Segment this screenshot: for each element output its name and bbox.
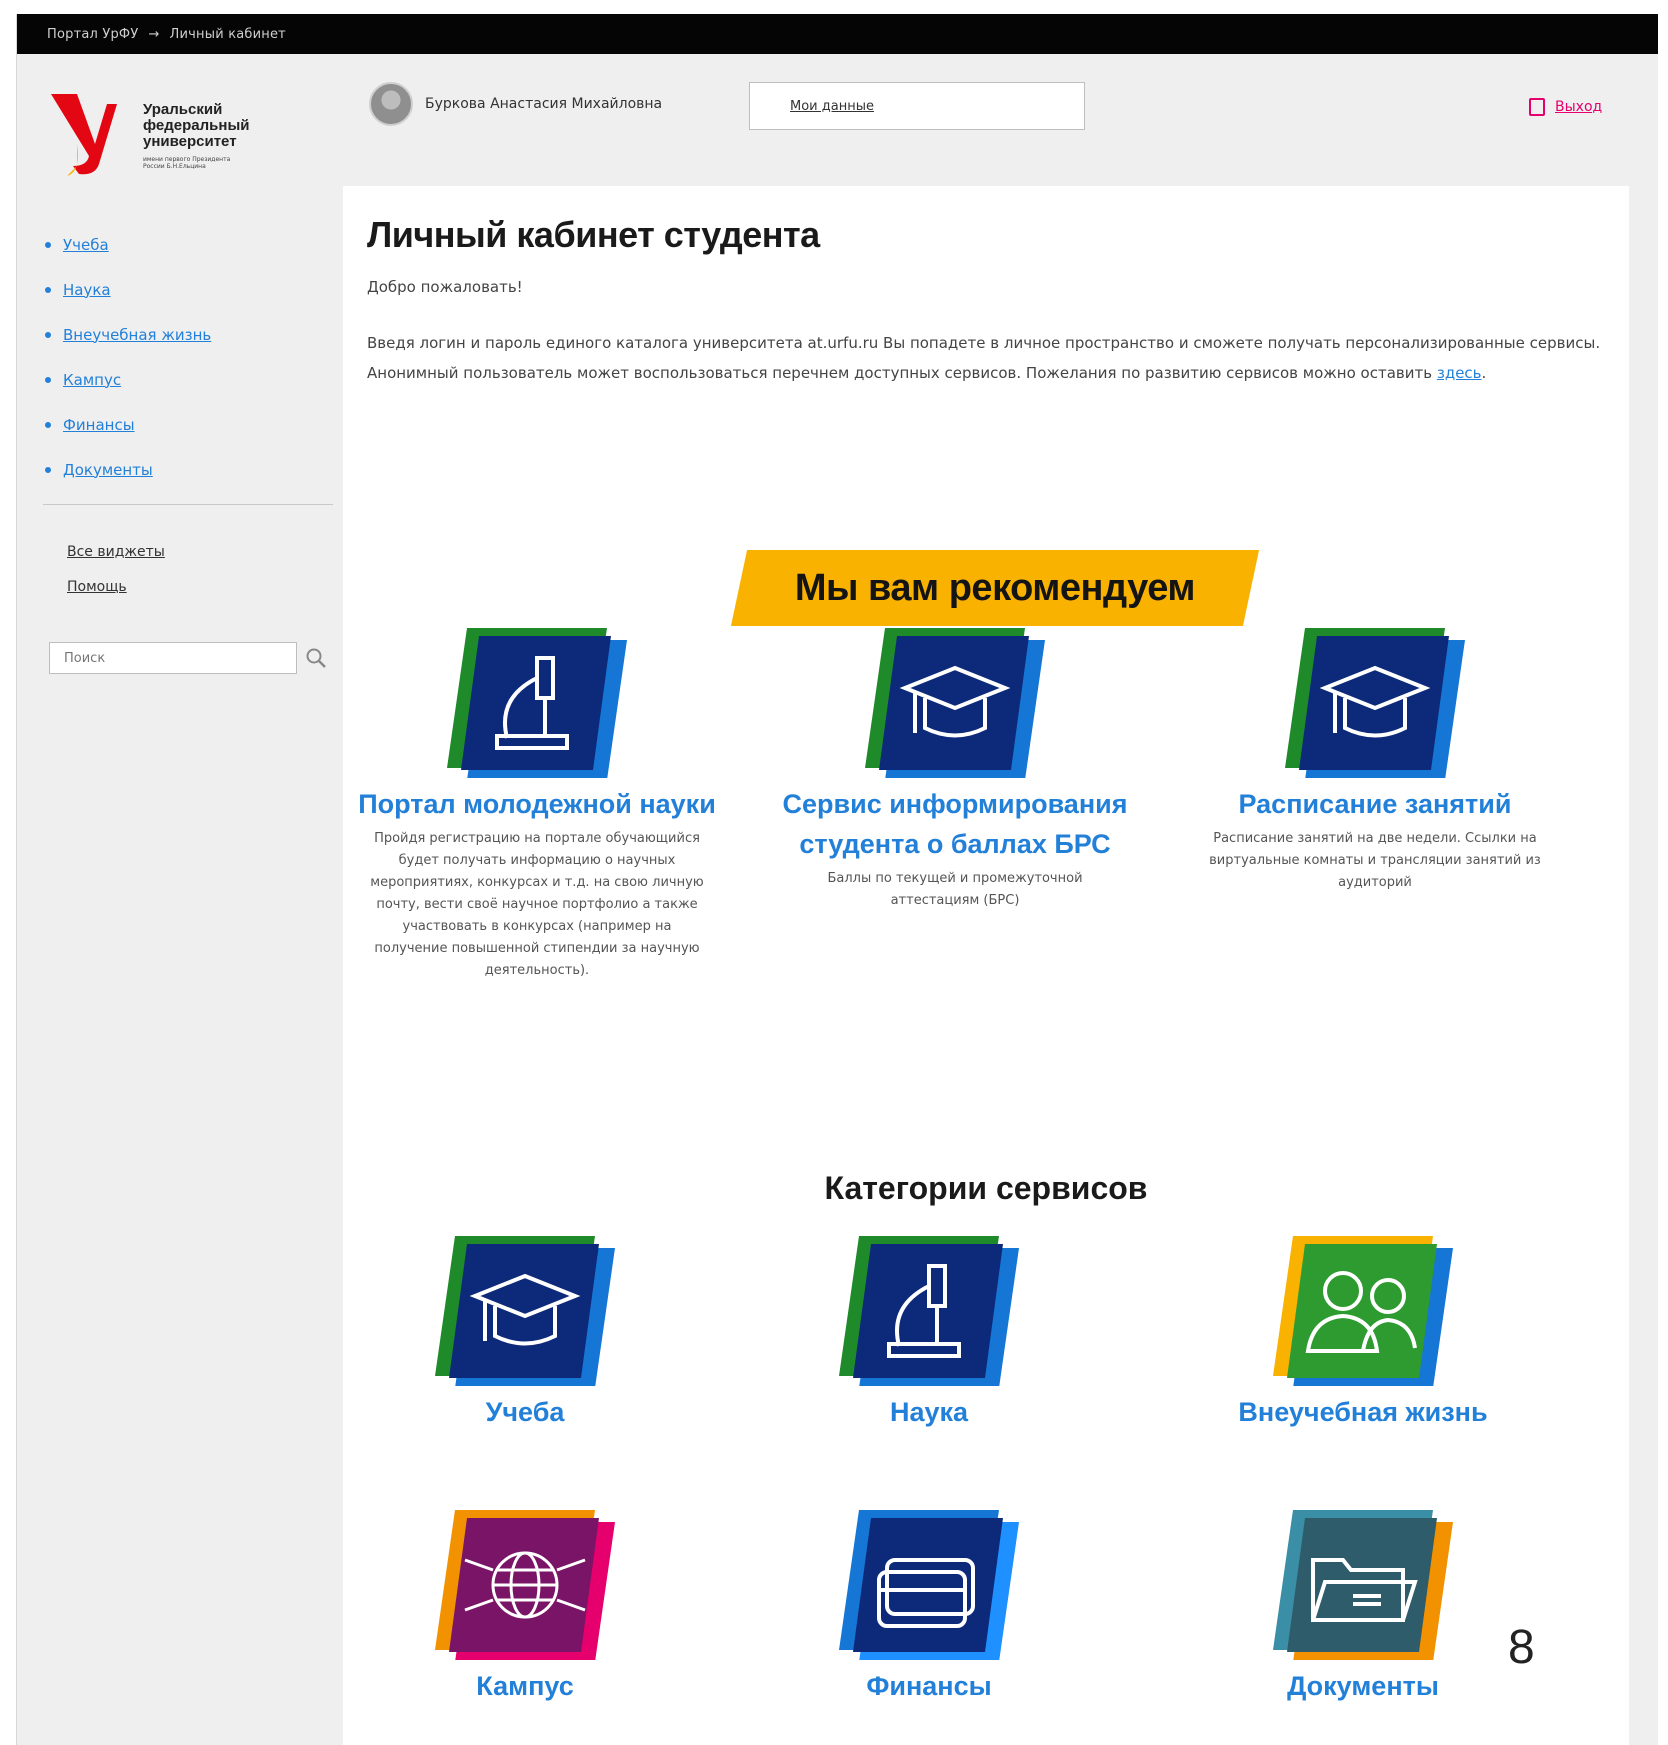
bullet-icon <box>45 466 51 473</box>
user-profile: Буркова Анастасия Михайловна <box>369 82 662 126</box>
graduation-cap-icon <box>865 628 1045 778</box>
page-title: Личный кабинет студента <box>367 214 820 255</box>
avatar[interactable] <box>369 82 413 126</box>
user-name: Буркова Анастасия Михайловна <box>425 96 663 112</box>
bullet-icon <box>45 376 51 383</box>
folder-icon <box>1273 1510 1453 1660</box>
sidebar-aux-links: Все виджеты Помощь <box>67 544 165 614</box>
bullet-icon <box>45 286 51 293</box>
graduation-cap-icon <box>1285 628 1465 778</box>
category-tile-science[interactable]: Наука <box>749 1226 1109 1432</box>
sidebar-item-finance[interactable]: Финансы <box>45 402 325 447</box>
breadcrumb-arrow: → <box>148 26 160 42</box>
recommended-tile-brs-service[interactable]: Сервис информирования студента о баллах … <box>775 618 1135 912</box>
people-icon <box>1273 1236 1453 1386</box>
sidebar-divider <box>43 504 333 505</box>
categories-title: Категории сервисов <box>824 1170 1148 1206</box>
welcome-text: Добро пожаловать! <box>367 278 523 296</box>
bullet-icon <box>45 241 51 248</box>
category-tile-finance[interactable]: Финансы <box>749 1500 1109 1706</box>
search-row <box>49 642 327 674</box>
globe-network-icon <box>435 1510 615 1660</box>
feedback-link[interactable]: здесь <box>1437 364 1482 382</box>
bullet-icon <box>45 331 51 338</box>
logo-title: Уральский федеральный университет <box>143 101 250 150</box>
search-icon[interactable] <box>305 647 327 669</box>
sidebar-item-documents[interactable]: Документы <box>45 447 325 492</box>
slide-number: 8 <box>1508 1621 1535 1674</box>
wallet-icon <box>839 1510 1019 1660</box>
breadcrumb-home[interactable]: Портал УрФУ <box>47 27 138 42</box>
category-tile-documents[interactable]: Документы <box>1183 1500 1543 1706</box>
breadcrumb-current: Личный кабинет <box>169 26 286 42</box>
microscope-icon <box>839 1236 1019 1386</box>
main-content: Личный кабинет студента Добро пожаловать… <box>343 186 1629 1745</box>
microscope-icon <box>447 628 627 778</box>
recommended-tile-schedule[interactable]: Расписание занятий Расписание занятий на… <box>1195 618 1555 894</box>
university-logo[interactable]: Уральский федеральный университет имени … <box>47 84 250 179</box>
my-data-button[interactable]: Мои данные <box>749 82 1085 130</box>
logout-link[interactable]: Выход <box>1529 98 1602 116</box>
logout-icon <box>1529 98 1545 116</box>
sidebar-item-extracurricular[interactable]: Внеучебная жизнь <box>45 312 325 357</box>
search-input[interactable] <box>49 642 297 674</box>
category-tile-study[interactable]: Учеба <box>345 1226 705 1432</box>
category-tile-campus[interactable]: Кампус <box>345 1500 705 1706</box>
graduation-cap-icon <box>435 1236 615 1386</box>
help-link[interactable]: Помощь <box>67 579 165 614</box>
bullet-icon <box>45 421 51 428</box>
sidebar-item-campus[interactable]: Кампус <box>45 357 325 402</box>
breadcrumb: Портал УрФУ → Личный кабинет <box>17 14 1658 54</box>
urfu-logo-icon <box>51 94 117 176</box>
logo-subtitle: имени первого Президента России Б.Н.Ельц… <box>143 156 231 170</box>
category-tile-extracurricular[interactable]: Внеучебная жизнь <box>1183 1226 1543 1432</box>
recommend-banner: Мы вам рекомендуем <box>730 550 1260 626</box>
sidebar-item-science[interactable]: Наука <box>45 267 325 312</box>
sidebar-item-study[interactable]: Учеба <box>45 222 325 267</box>
recommended-tile-science-portal[interactable]: Портал молодежной науки Пройдя регистрац… <box>357 618 717 982</box>
intro-text: Введя логин и пароль единого каталога ун… <box>367 334 1601 382</box>
sidebar-nav: Учеба Наука Внеучебная жизнь Кампус Фина… <box>45 222 325 492</box>
browser-window: Портал УрФУ → Личный кабинет Уральский ф… <box>16 14 1658 1745</box>
all-widgets-link[interactable]: Все виджеты <box>67 544 165 579</box>
